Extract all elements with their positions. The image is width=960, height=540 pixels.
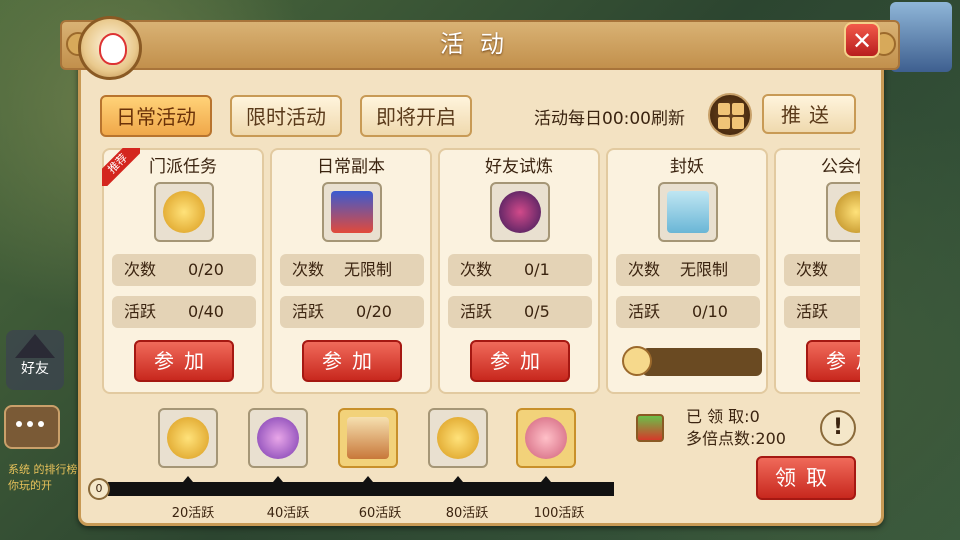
tier-label: 80活跃: [445, 506, 489, 521]
track-marker: [541, 476, 551, 482]
activity-title: 公会任务: [821, 157, 860, 177]
dot-icon: [16, 421, 22, 427]
clock-icon: [622, 346, 652, 376]
activity-points-row: 活跃: [784, 296, 860, 328]
book-icon: [667, 191, 709, 233]
activity-title: 日常副本: [317, 157, 385, 177]
multiplier-icon: [636, 414, 664, 442]
panel-title: 活动: [440, 30, 520, 58]
chat-button[interactable]: [4, 405, 60, 449]
push-button[interactable]: 推送: [762, 94, 856, 134]
friend-button[interactable]: 好友: [6, 330, 64, 390]
hat-icon: [15, 334, 55, 358]
grid-menu-button[interactable]: [708, 93, 752, 137]
tab-limited[interactable]: 限时活动: [230, 95, 342, 137]
gold-medal-icon: [437, 417, 479, 459]
count-row: 次数 无限制: [280, 254, 424, 286]
reward-status: 已 领 取:0 多倍点数:200: [686, 406, 786, 450]
close-button[interactable]: ✕: [844, 22, 880, 58]
refresh-notice: 活动每日00:00刷新: [534, 109, 685, 129]
progress-start: 0: [88, 478, 110, 500]
activity-title: 封妖: [670, 157, 704, 177]
tier-label: 40活跃: [266, 506, 310, 521]
activity-title: 门派任务: [149, 157, 217, 177]
dot-icon: [27, 421, 33, 427]
purple-orb-icon: [499, 191, 541, 233]
tier-label: 100活跃: [533, 506, 585, 521]
activity-card: 封妖 次数 无限制 活跃 0/10: [606, 148, 768, 394]
grid-cell-icon: [732, 103, 744, 115]
count-row: 次数 无限制: [616, 254, 760, 286]
pink-bag-icon: [525, 417, 567, 459]
join-button[interactable]: 参加: [134, 340, 234, 382]
grid-cell-icon: [732, 117, 744, 129]
activity-progress: [622, 346, 762, 378]
tier-label: 20活跃: [171, 506, 215, 521]
activity-icon: [826, 182, 860, 242]
reward-chest[interactable]: [428, 408, 488, 468]
grid-cell-icon: [718, 117, 730, 129]
activity-points-row: 活跃 0/40: [112, 296, 256, 328]
claim-button[interactable]: 领取: [756, 456, 856, 500]
left-hud: 好友 系统 的排行榜 你玩的开: [0, 0, 78, 540]
track-marker: [273, 476, 283, 482]
count-row: 次数 0/20: [112, 254, 256, 286]
gold-medal-icon: [167, 417, 209, 459]
tier-label: 60活跃: [358, 506, 402, 521]
coin-icon: [835, 191, 860, 233]
count-row: 次数: [784, 254, 860, 286]
join-button[interactable]: 参加: [302, 340, 402, 382]
grid-cell-icon: [718, 103, 730, 115]
activity-title: 好友试炼: [485, 157, 553, 177]
reward-chest[interactable]: [338, 408, 398, 468]
join-button[interactable]: 参加: [470, 340, 570, 382]
count-row: 次数 0/1: [448, 254, 592, 286]
reward-chest[interactable]: [158, 408, 218, 468]
chat-preview: 系统 的排行榜 你玩的开: [8, 463, 78, 492]
activity-list[interactable]: 推荐 门派任务 次数 0/20 活跃 0/40 参加 日常副本 次数 无限制 活跃 0/…: [102, 148, 860, 396]
reward-chest[interactable]: [248, 408, 308, 468]
gold-medal-icon: [163, 191, 205, 233]
tab-daily[interactable]: 日常活动: [100, 95, 212, 137]
activity-icon: [490, 182, 550, 242]
activity-card: 公会任务 次数 活跃 参加: [774, 148, 860, 394]
purple-bag-icon: [257, 417, 299, 459]
activity-points-row: 活跃 0/20: [280, 296, 424, 328]
activity-card: 好友试炼 次数 0/1 活跃 0/5 参加: [438, 148, 600, 394]
dot-icon: [38, 421, 44, 427]
activity-card: 日常副本 次数 无限制 活跃 0/20 参加: [270, 148, 432, 394]
claimed-count: 已 领 取:0: [686, 407, 760, 426]
join-button[interactable]: 参加: [806, 340, 860, 382]
tab-upcoming[interactable]: 即将开启: [360, 95, 472, 137]
friend-label: 好友: [21, 361, 49, 377]
track-marker: [363, 476, 373, 482]
activity-progress-track: [108, 482, 614, 496]
track-marker: [453, 476, 463, 482]
scroll-icon: [347, 417, 389, 459]
activity-icon: [322, 182, 382, 242]
activity-icon: [658, 182, 718, 242]
track-marker: [183, 476, 193, 482]
reward-chest[interactable]: [516, 408, 576, 468]
activity-points-row: 活跃 0/5: [448, 296, 592, 328]
activity-card: 推荐 门派任务 次数 0/20 活跃 0/40 参加: [102, 148, 264, 394]
progress-bar: [642, 348, 762, 376]
activity-points-row: 活跃 0/10: [616, 296, 760, 328]
mascot-face-icon: [99, 33, 127, 65]
dungeon-card-icon: [331, 191, 373, 233]
mascot-logo: [78, 16, 142, 80]
multiplier-points: 多倍点数:200: [686, 429, 786, 448]
activity-icon: [154, 182, 214, 242]
help-button[interactable]: !: [820, 410, 856, 446]
